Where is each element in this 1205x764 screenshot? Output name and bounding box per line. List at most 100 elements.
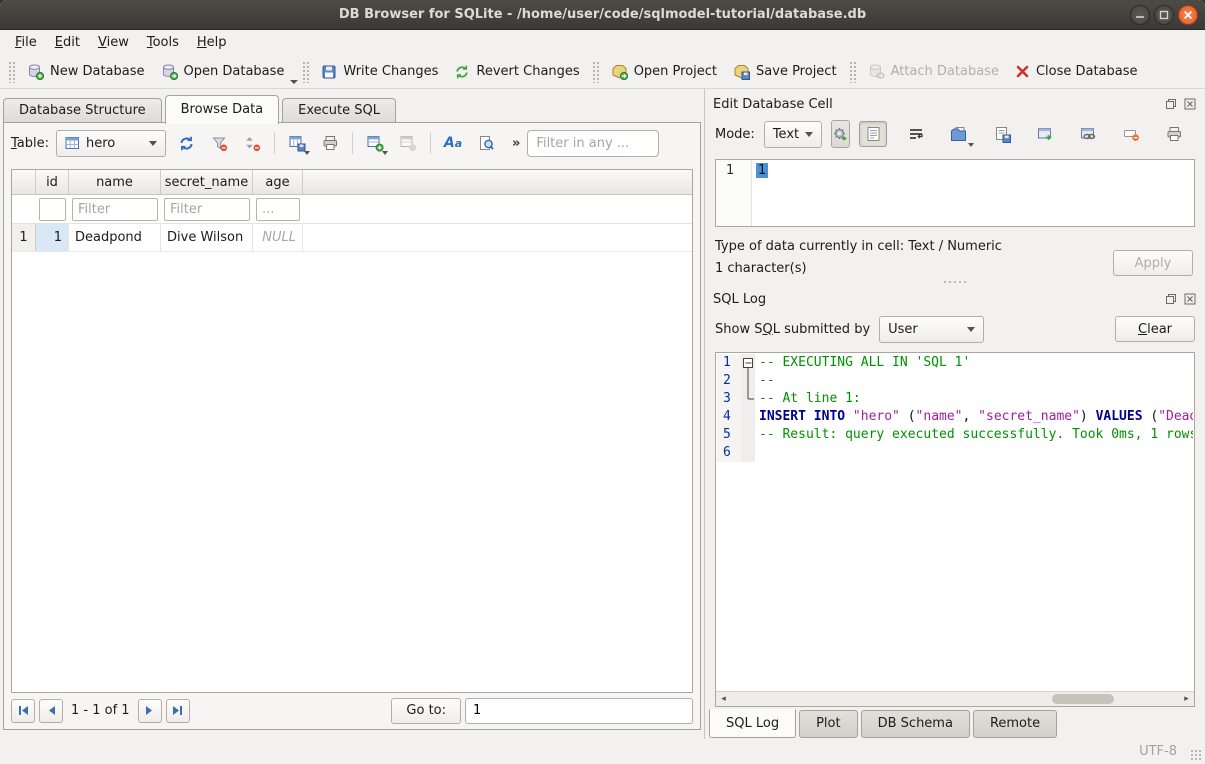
filter-input-name[interactable] bbox=[72, 198, 158, 221]
refresh-button[interactable] bbox=[173, 130, 199, 156]
open-project-button[interactable]: Open Project bbox=[603, 59, 725, 84]
tab-browse-data[interactable]: Browse Data bbox=[165, 95, 280, 124]
revert-changes-button[interactable]: Revert Changes bbox=[446, 60, 587, 84]
column-header-name[interactable]: name bbox=[69, 170, 161, 194]
data-grid[interactable]: idnamesecret_nameage 11DeadpondDive Wils… bbox=[11, 169, 693, 693]
bottom-tab-plot[interactable]: Plot bbox=[799, 710, 858, 738]
fold-marker[interactable] bbox=[741, 354, 755, 372]
table-row[interactable]: 11DeadpondDive WilsonNULL bbox=[12, 224, 692, 252]
set-null-button[interactable] bbox=[1117, 121, 1145, 147]
insert-record-button[interactable] bbox=[362, 130, 388, 156]
horizontal-scrollbar[interactable]: ◂ ▸ bbox=[716, 691, 1194, 706]
copy-link-button[interactable] bbox=[1074, 121, 1102, 147]
row-header[interactable]: 1 bbox=[12, 224, 36, 251]
cell-secret_name[interactable]: Dive Wilson bbox=[161, 224, 253, 251]
toolbar-grip[interactable] bbox=[592, 61, 599, 83]
cell-editor-text[interactable]: 1 bbox=[752, 160, 768, 226]
grid-filter-row bbox=[12, 195, 692, 224]
tab-execute-sql[interactable]: Execute SQL bbox=[282, 98, 396, 123]
save-table-icon bbox=[289, 135, 306, 152]
line-number: 6 bbox=[717, 444, 741, 462]
filter-any-column-input[interactable] bbox=[527, 130, 659, 157]
bottom-tab-remote[interactable]: Remote bbox=[973, 710, 1057, 738]
sql-log-view[interactable]: 1-- EXECUTING ALL IN 'SQL 1'2--3-- At li… bbox=[715, 352, 1195, 707]
menu-item-tools[interactable]: Tools bbox=[138, 32, 188, 53]
font-settings-button[interactable]: Aa bbox=[440, 130, 466, 156]
goto-input[interactable] bbox=[465, 698, 693, 724]
float-dock-icon[interactable] bbox=[1164, 292, 1178, 306]
cell-editor[interactable]: 1 1 bbox=[715, 159, 1195, 227]
toolbar-overflow-chevron[interactable]: » bbox=[512, 136, 520, 151]
separator bbox=[274, 132, 275, 154]
save-project-button[interactable]: Save Project bbox=[725, 59, 845, 84]
scrollbar-thumb[interactable] bbox=[1052, 694, 1114, 704]
close-dock-icon[interactable] bbox=[1183, 292, 1197, 306]
minimize-button[interactable] bbox=[1130, 5, 1150, 25]
toolbar-grip[interactable] bbox=[8, 61, 15, 83]
filter-input-secret_name[interactable] bbox=[164, 198, 250, 221]
print-cell-button[interactable] bbox=[1160, 121, 1188, 147]
word-wrap-button[interactable] bbox=[902, 121, 930, 147]
clear-label: Clear bbox=[1138, 322, 1172, 337]
bottom-tab-db-schema[interactable]: DB Schema bbox=[861, 710, 970, 738]
close-button[interactable] bbox=[1178, 5, 1198, 25]
line-number: 3 bbox=[717, 390, 741, 408]
toolbar-grip[interactable] bbox=[849, 61, 856, 83]
menu-item-edit[interactable]: Edit bbox=[46, 32, 89, 53]
column-header-age[interactable]: age bbox=[253, 170, 303, 194]
sql-source-select[interactable]: User bbox=[879, 316, 984, 343]
export-table-button[interactable] bbox=[284, 130, 310, 156]
menu-item-help[interactable]: Help bbox=[188, 32, 236, 53]
print-table-button[interactable] bbox=[317, 130, 343, 156]
table-select[interactable]: hero bbox=[56, 130, 166, 157]
menu-item-file[interactable]: File bbox=[6, 32, 46, 53]
open-external-button[interactable] bbox=[1031, 121, 1059, 147]
next-record-button[interactable] bbox=[138, 699, 162, 723]
filter-input-age[interactable] bbox=[256, 198, 300, 221]
export-data-button[interactable] bbox=[988, 121, 1016, 147]
revert-changes-label: Revert Changes bbox=[476, 64, 579, 79]
open-database-button[interactable]: Open Database bbox=[153, 59, 293, 84]
clear-log-button[interactable]: Clear bbox=[1115, 316, 1195, 342]
cell-name[interactable]: Deadpond bbox=[69, 224, 161, 251]
filter-input-id[interactable] bbox=[39, 198, 66, 221]
bottom-tab-sql-log[interactable]: SQL Log bbox=[709, 709, 796, 738]
left-panel: Database StructureBrowse DataExecute SQL… bbox=[0, 89, 704, 739]
import-data-button[interactable] bbox=[945, 121, 973, 147]
close-dock-icon[interactable] bbox=[1183, 97, 1197, 111]
scroll-left-icon[interactable]: ◂ bbox=[716, 692, 731, 706]
goto-button[interactable]: Go to: bbox=[391, 698, 461, 724]
grid-body: 11DeadpondDive WilsonNULL bbox=[12, 224, 692, 252]
open-database-menu-caret[interactable] bbox=[290, 80, 298, 84]
auto-switch-mode-button[interactable] bbox=[831, 120, 850, 148]
tab-database-structure[interactable]: Database Structure bbox=[3, 98, 162, 123]
scroll-right-icon[interactable]: ▸ bbox=[1179, 692, 1194, 706]
menu-item-view[interactable]: View bbox=[89, 32, 138, 53]
clear-filters-button[interactable] bbox=[206, 130, 232, 156]
write-changes-button[interactable]: Write Changes bbox=[313, 60, 446, 84]
maximize-button[interactable] bbox=[1154, 5, 1174, 25]
last-record-button[interactable] bbox=[166, 699, 190, 723]
column-header-secret_name[interactable]: secret_name bbox=[161, 170, 253, 194]
find-button[interactable] bbox=[473, 130, 499, 156]
first-record-button[interactable] bbox=[11, 699, 35, 723]
print-icon bbox=[322, 135, 339, 152]
dock-splitter[interactable] bbox=[705, 276, 1205, 288]
resize-grip[interactable] bbox=[1190, 749, 1202, 761]
toolbar-grip[interactable] bbox=[302, 61, 309, 83]
text-mode-button[interactable] bbox=[859, 121, 887, 147]
clear-sorting-button[interactable] bbox=[239, 130, 265, 156]
mode-select[interactable]: Text bbox=[764, 121, 822, 148]
grid-corner[interactable] bbox=[12, 170, 36, 194]
separator bbox=[430, 132, 431, 154]
browse-data-panel: Table: hero bbox=[3, 122, 701, 730]
float-dock-icon[interactable] bbox=[1164, 97, 1178, 111]
encoding-indicator[interactable]: UTF-8 bbox=[1139, 744, 1177, 759]
close-database-button[interactable]: Close Database bbox=[1007, 60, 1146, 83]
new-database-button[interactable]: New Database bbox=[19, 59, 153, 84]
previous-record-button[interactable] bbox=[39, 699, 63, 723]
title-bar[interactable]: DB Browser for SQLite - /home/user/code/… bbox=[0, 0, 1205, 30]
cell-id[interactable]: 1 bbox=[36, 224, 69, 251]
cell-age[interactable]: NULL bbox=[253, 224, 303, 251]
column-header-id[interactable]: id bbox=[36, 170, 69, 194]
